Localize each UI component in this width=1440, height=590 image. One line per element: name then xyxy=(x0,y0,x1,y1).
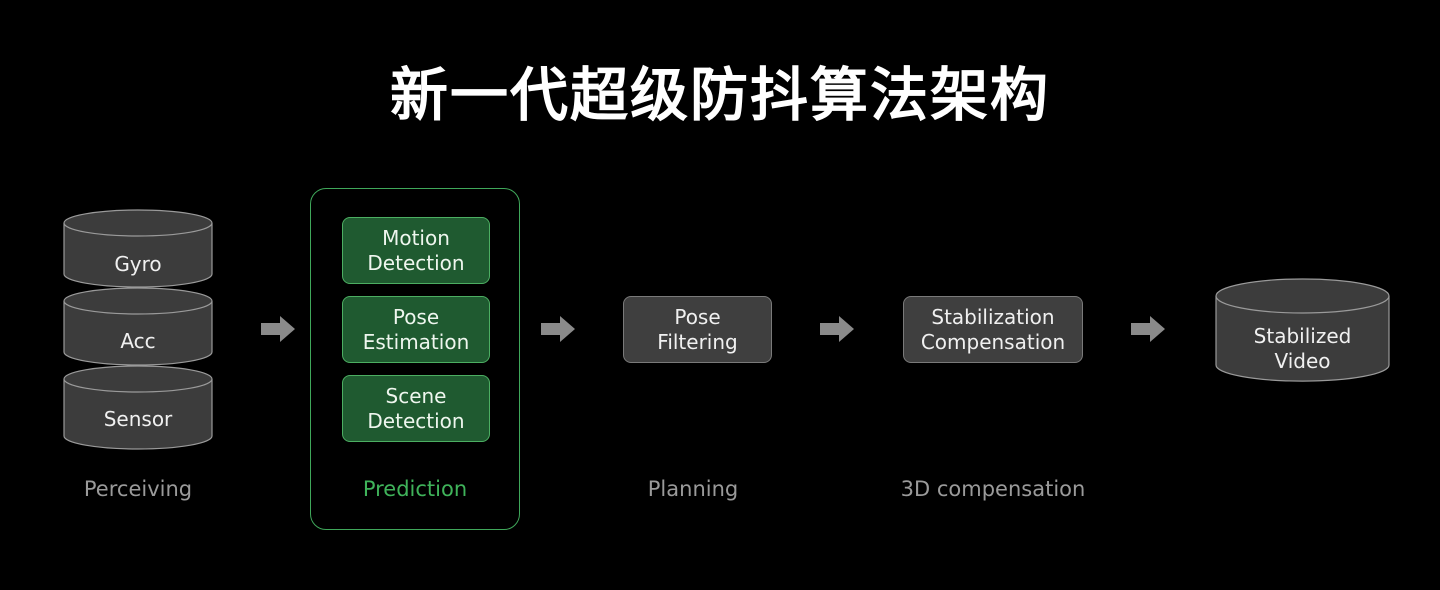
cylinder-icon xyxy=(63,287,213,366)
module-pose-estimation: Pose Estimation xyxy=(342,296,490,363)
stage-label-planning: Planning xyxy=(647,477,739,501)
module-label-line2: Compensation xyxy=(920,329,1066,354)
module-stabilization-compensation: Stabilization Compensation xyxy=(903,296,1083,363)
stage-label-3d-compensation: 3D compensation xyxy=(900,477,1086,501)
page-title: 新一代超级防抖算法架构 xyxy=(389,61,1050,129)
module-label-line2: Filtering xyxy=(657,329,738,354)
arrow-right-icon xyxy=(820,316,854,342)
module-label-line1: Scene xyxy=(385,383,447,408)
module-label-line1: Pose xyxy=(392,304,440,329)
module-label-line2: Estimation xyxy=(362,329,470,354)
arrow-right-icon xyxy=(541,316,575,342)
stage-label-perceiving: Perceiving xyxy=(83,477,193,501)
input-label: Sensor xyxy=(103,407,173,431)
module-scene-detection: Scene Detection xyxy=(342,375,490,442)
input-label: Acc xyxy=(120,329,156,353)
cylinder-stabilized-video: Stabilized Video xyxy=(1215,277,1390,383)
cylinder-sensor: Sensor xyxy=(63,364,213,450)
output-label-line1: Stabilized xyxy=(1253,324,1352,348)
input-label: Gyro xyxy=(114,252,162,276)
arrow-right-icon xyxy=(1131,316,1165,342)
stage-label-prediction: Prediction xyxy=(362,477,468,501)
module-label-line1: Stabilization xyxy=(931,304,1055,329)
module-label-line2: Detection xyxy=(367,250,465,275)
arrow-right-icon xyxy=(261,316,295,342)
module-label-line1: Pose xyxy=(674,304,721,329)
module-pose-filtering: Pose Filtering xyxy=(623,296,772,363)
module-label-line2: Detection xyxy=(367,408,465,433)
module-motion-detection: Motion Detection xyxy=(342,217,490,284)
cylinder-gyro: Gyro xyxy=(63,208,213,288)
output-label-line2: Video xyxy=(1274,349,1331,373)
cylinder-acc: Acc xyxy=(63,286,213,366)
module-label-line1: Motion xyxy=(382,225,450,250)
